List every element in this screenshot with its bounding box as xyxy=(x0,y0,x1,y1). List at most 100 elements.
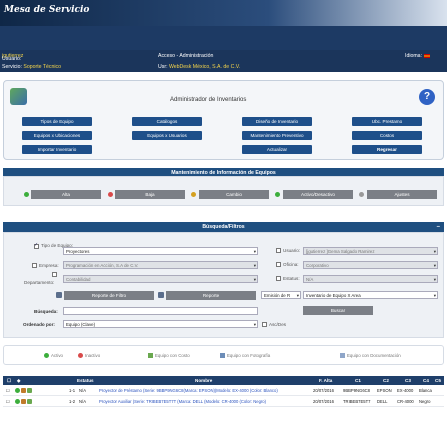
cambio-button[interactable]: Cambio xyxy=(199,190,269,199)
row-c2: EPSON xyxy=(377,388,392,393)
departamento-select[interactable]: Contabilidad ▾ xyxy=(63,275,258,283)
reporte-button[interactable]: Reporte xyxy=(166,291,256,300)
alta-icon xyxy=(24,192,29,197)
legend-documentacion-label: Equipo con Documentación xyxy=(347,353,401,358)
estatus-checkbox[interactable] xyxy=(276,276,281,281)
table-row[interactable]: ☐ 1-2 N/A Proyector Auxiliar (Serie: TRI… xyxy=(3,397,444,407)
chevron-down-icon: ▾ xyxy=(433,263,436,268)
row-c4: Blanca xyxy=(419,388,432,393)
cost-icon xyxy=(27,399,33,405)
usuario-filter-label: Usuario: xyxy=(283,248,301,253)
header-band xyxy=(0,26,447,50)
activo-desactivo-button[interactable]: Activo/Desactivo xyxy=(283,190,353,199)
baja-button[interactable]: Baja xyxy=(115,190,185,199)
col-c4[interactable]: C4 xyxy=(423,378,429,383)
col-estatus[interactable]: Estatus xyxy=(77,378,94,383)
empresa-label: Empresa: xyxy=(39,263,59,268)
departamento-checkbox[interactable] xyxy=(52,272,57,277)
tipo-equipo-select[interactable]: Proyectores ▾ xyxy=(63,247,258,255)
pencil-icon xyxy=(191,192,196,197)
section-title: Acceso - Administración xyxy=(158,53,214,59)
col-c1[interactable]: C1 xyxy=(355,378,361,383)
row-num: 1-1 xyxy=(69,388,76,393)
estatus-label: Estatus: xyxy=(283,276,300,281)
baja-icon xyxy=(108,192,113,197)
cost-icon xyxy=(148,353,153,359)
equipos-usuarios-button[interactable]: Equipos x Usuarios xyxy=(132,131,202,140)
spain-flag-icon[interactable] xyxy=(424,53,431,58)
col-falta[interactable]: F. Alta xyxy=(319,378,332,383)
col-c2[interactable]: C2 xyxy=(383,378,389,383)
estatus-select[interactable]: N/A ▾ xyxy=(303,275,438,283)
departamento-value: Contabilidad xyxy=(66,277,91,282)
buscar-button[interactable]: Buscar xyxy=(303,306,373,315)
row-c3: CR-4000 xyxy=(397,399,414,404)
tipo-equipo-value: Proyectores xyxy=(66,249,90,254)
tipos-equipo-button[interactable]: Tipos de Equipo xyxy=(22,117,92,126)
report-icon xyxy=(158,292,164,298)
col-c3[interactable]: C3 xyxy=(405,378,411,383)
row-c1: TRIBEB7E5T7 xyxy=(343,399,371,404)
ubc-prestamo-button[interactable]: Ubc. Prestamo xyxy=(352,117,422,126)
estatus-value: N/A xyxy=(306,277,314,282)
row-checkbox[interactable]: ☐ xyxy=(6,399,10,404)
idioma-label: Idioma: xyxy=(405,53,423,59)
ascdes-checkbox[interactable] xyxy=(262,322,267,327)
ordenado-select[interactable]: Equipo (Clave) ▾ xyxy=(63,320,258,328)
chevron-down-icon: ▾ xyxy=(433,249,436,254)
help-icon[interactable]: ? xyxy=(419,89,435,105)
collapse-icon[interactable]: – xyxy=(437,222,440,232)
gear-icon xyxy=(359,192,364,197)
active-dot-icon xyxy=(44,353,49,359)
catalogos-button[interactable]: Catálogos xyxy=(132,117,202,126)
chevron-down-icon: ▾ xyxy=(253,277,256,282)
importar-inventario-button[interactable]: Importar Inventario xyxy=(22,145,92,154)
search-title: Búsqueda/Filtros – xyxy=(3,222,444,232)
empresa-select[interactable]: Programación en Acción, S.A de C.V. ▾ xyxy=(63,261,258,269)
service-row: Servicio: Soporte Técnico Usr: WebDesk M… xyxy=(0,61,447,72)
oficina-select[interactable]: Corporativo ▾ xyxy=(303,261,438,269)
col-nombre[interactable]: Nombre xyxy=(195,378,212,383)
alta-button[interactable]: Alta xyxy=(31,190,101,199)
col-c5[interactable]: C5 xyxy=(435,378,441,383)
oficina-value: Corporativo xyxy=(306,263,329,268)
empresa-checkbox[interactable] xyxy=(32,263,37,268)
chevron-down-icon: ▾ xyxy=(253,263,256,268)
inventory-icon xyxy=(10,88,27,105)
actualizar-button[interactable]: Actualizar xyxy=(242,145,312,154)
photo-icon xyxy=(220,353,225,359)
oficina-checkbox[interactable] xyxy=(276,262,281,267)
legend-fotografia: Equipo con Fotografía xyxy=(220,353,270,359)
select-all-checkbox[interactable]: ☐ xyxy=(7,378,11,384)
emision-select[interactable]: Emisión de R ▾ xyxy=(261,291,301,299)
row-nombre-link[interactable]: Proyector Auxiliar (Serie: TRIBEB7E5T7T … xyxy=(99,399,266,404)
diseno-inventario-button[interactable]: Diseño de Inventario xyxy=(242,117,312,126)
edit-icon[interactable] xyxy=(21,399,27,405)
reporte-filtro-button[interactable]: Reporte de Filtro xyxy=(64,291,154,300)
edit-icon[interactable] xyxy=(21,388,27,394)
ajustes-button[interactable]: Ajustes xyxy=(367,190,437,199)
row-checkbox[interactable]: ☐ xyxy=(6,388,10,393)
user-row: Usuario: jgutierrez Acceso - Administrac… xyxy=(0,50,447,62)
inactive-dot-icon xyxy=(78,353,83,359)
inventario-report-select[interactable]: Inventario de Equipo X Area ▾ xyxy=(303,291,438,299)
usuario-select[interactable]: [jgutierrez ]Gema Salgado Ramirez ▾ xyxy=(303,247,438,255)
equipos-ubicaciones-button[interactable]: Equipos x Ubicaciones xyxy=(22,131,92,140)
search-title-text: Búsqueda/Filtros xyxy=(202,224,245,230)
check-icon xyxy=(275,192,280,197)
table-row[interactable]: ☐ 1-1 N/A Proyector de Préstamo (Serie: … xyxy=(3,386,444,396)
row-nombre-link[interactable]: Proyector de Préstamo (Serie: 9BBP9NG6C8… xyxy=(99,388,278,393)
document-icon xyxy=(340,353,345,359)
legend-activo: Activo xyxy=(44,353,63,359)
costos-button[interactable]: Costos xyxy=(352,131,422,140)
chevron-down-icon: ▾ xyxy=(296,293,299,298)
servicio-value: Soporte Técnico xyxy=(23,64,62,70)
regresar-button[interactable]: Regresar xyxy=(352,145,422,154)
row-fecha: 20/07/2016 xyxy=(313,388,334,393)
busqueda-input[interactable] xyxy=(63,307,258,315)
tipo-equipo-checkbox[interactable] xyxy=(34,242,39,249)
mantenimiento-preventivo-button[interactable]: Mantenimiento Preventivo xyxy=(242,131,312,140)
servicio-label: Servicio: xyxy=(2,64,22,70)
app-brand: Mesa de Servicio xyxy=(4,5,90,15)
usuario-checkbox[interactable] xyxy=(276,248,281,253)
